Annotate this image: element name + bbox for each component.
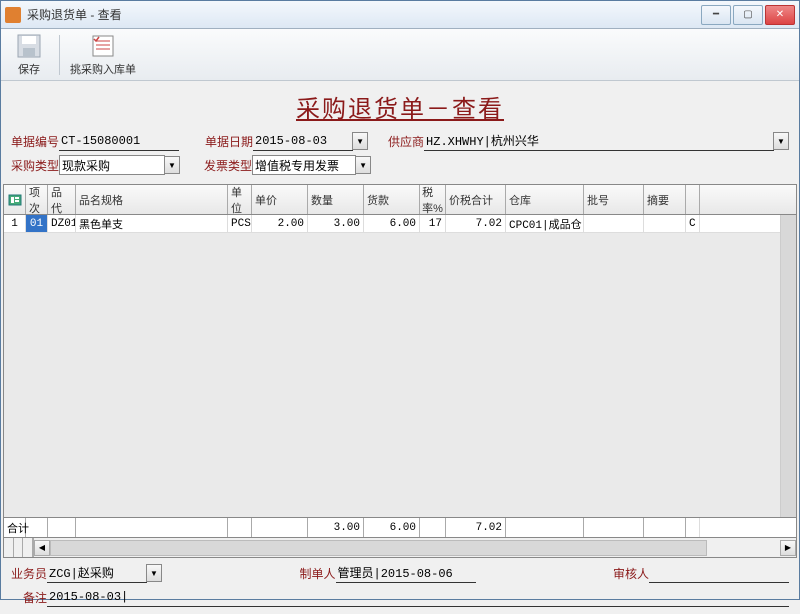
purchase-type-select[interactable] [59,155,165,175]
grid-header: 项次 货品代码 品名规格 单位 单价 数量 货款 税率% 价税合计 仓库 批号 … [4,185,796,215]
cell-memo [644,215,686,232]
doc-no-label: 单据编号 [11,133,59,150]
cell-batch [584,215,644,232]
cell-tax: 17 [420,215,446,232]
cell-taxtotal: 7.02 [446,215,506,232]
col-batch[interactable]: 批号 [584,185,644,214]
cell-uom: PCS [228,215,252,232]
supplier-field[interactable] [424,131,774,151]
operator-label: 业务员 [11,565,47,582]
col-seq[interactable]: 项次 [26,185,48,214]
save-icon [15,32,43,60]
approver-label: 审核人 [613,565,649,582]
totals-row: 合计 3.00 6.00 7.02 [3,518,797,538]
col-memo[interactable]: 摘要 [644,185,686,214]
operator-dropdown-icon[interactable]: ▼ [146,564,162,582]
invoice-type-select[interactable] [252,155,356,175]
doc-date-field[interactable] [253,131,353,151]
cell-amount: 6.00 [364,215,420,232]
cell-wh: CPC01|成品仓 [506,215,584,232]
invoice-type-label: 发票类型 [204,157,252,174]
grid-header-selector[interactable] [4,185,26,214]
purchase-type-label: 采购类型 [11,157,59,174]
cell-qty: 3.00 [308,215,364,232]
supplier-label: 供应商 [388,133,424,150]
toolbar-separator [59,35,60,75]
remark-label: 备注 [23,589,47,606]
cell-item: 01 [26,215,48,232]
vertical-scrollbar[interactable] [780,215,796,517]
creator-field [336,563,476,583]
toolbar: 保存 挑采购入库单 [1,29,799,81]
cell-price: 2.00 [252,215,308,232]
totals-taxtotal: 7.02 [446,518,506,537]
col-price[interactable]: 单价 [252,185,308,214]
main-window: 采购退货单 - 查看 ━ ▢ ✕ 保存 挑采购入库单 采购退货单－查看 单据编号 [0,0,800,600]
creator-label: 制单人 [300,565,336,582]
col-taxtotal[interactable]: 价税合计 [446,185,506,214]
minimize-button[interactable]: ━ [701,5,731,25]
col-tail[interactable] [686,185,700,214]
save-button[interactable]: 保存 [7,31,51,79]
invoice-type-dropdown-icon[interactable]: ▼ [355,156,371,174]
totals-qty: 3.00 [308,518,364,537]
form-area: 单据编号 单据日期 ▼ 供应商 ▼ 采购类型 ▼ 发票类型 ▼ [1,130,799,182]
window-controls: ━ ▢ ✕ [701,5,795,25]
scroll-right-icon[interactable]: ▶ [780,540,796,556]
horizontal-scrollbar[interactable]: ◀ ▶ [3,538,797,558]
titlebar: 采购退货单 - 查看 ━ ▢ ✕ [1,1,799,29]
cell-rownum: 1 [4,215,26,232]
cell-code: DZ0101 [48,215,76,232]
operator-field[interactable] [47,563,147,583]
maximize-button[interactable]: ▢ [733,5,763,25]
date-dropdown-icon[interactable]: ▼ [352,132,368,150]
cell-tail: C [686,215,700,232]
table-row[interactable]: 1 01 DZ0101 黑色单支 PCS 2.00 3.00 6.00 17 7… [4,215,796,233]
window-title: 采购退货单 - 查看 [27,6,701,23]
doc-no-field[interactable] [59,131,179,151]
purchase-type-dropdown-icon[interactable]: ▼ [164,156,180,174]
doc-date-label: 单据日期 [205,133,253,150]
scroll-left-icon[interactable]: ◀ [34,540,50,556]
totals-amount: 6.00 [364,518,420,537]
col-qty[interactable]: 数量 [308,185,364,214]
grid-body: 1 01 DZ0101 黑色单支 PCS 2.00 3.00 6.00 17 7… [4,215,796,517]
col-wh[interactable]: 仓库 [506,185,584,214]
col-amount[interactable]: 货款 [364,185,420,214]
remark-field[interactable] [47,587,789,607]
col-name[interactable]: 品名规格 [76,185,228,214]
col-uom[interactable]: 单位 [228,185,252,214]
data-grid: 项次 货品代码 品名规格 单位 单价 数量 货款 税率% 价税合计 仓库 批号 … [3,184,797,518]
page-title: 采购退货单－查看 [1,81,799,130]
pick-inbound-button[interactable]: 挑采购入库单 [68,31,138,79]
totals-label: 合计 [4,518,26,537]
cell-name: 黑色单支 [76,215,228,232]
supplier-dropdown-icon[interactable]: ▼ [773,132,789,150]
list-icon [89,32,117,60]
col-code[interactable]: 货品代码 [48,185,76,214]
app-icon [5,7,21,23]
col-tax[interactable]: 税率% [420,185,446,214]
approver-field [649,563,789,583]
footer-form: 业务员 ▼ 制单人 审核人 备注 [1,558,799,614]
close-button[interactable]: ✕ [765,5,795,25]
